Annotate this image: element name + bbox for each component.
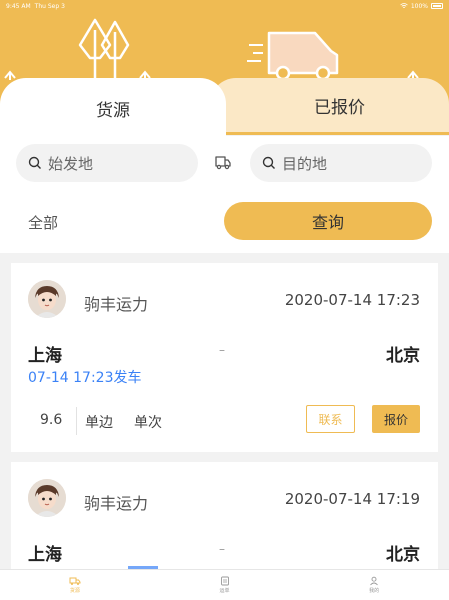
company-name: 驹丰运力 — [84, 295, 149, 314]
waybill-icon — [220, 576, 229, 586]
route-origin: 上海 — [28, 346, 62, 366]
tab-me-label: 我的 — [369, 588, 380, 594]
tab-quoted[interactable]: 已报价 — [210, 78, 449, 132]
trip-type: 单边 — [85, 415, 113, 431]
tab-cargo-source[interactable]: 货源 — [0, 78, 226, 138]
query-button[interactable]: 查询 — [224, 202, 432, 240]
tab-bar-top: 已报价 货源 — [0, 78, 449, 138]
tab-quoted-label: 已报价 — [314, 97, 365, 118]
contact-button[interactable]: 联系 — [306, 405, 355, 433]
divider — [76, 407, 77, 435]
avatar — [28, 280, 66, 318]
departure-time: 07-14 17:23发车 — [28, 370, 142, 386]
swap-truck-icon[interactable] — [214, 154, 232, 170]
tab-waybill-label: 运单 — [219, 588, 230, 594]
destination-placeholder: 目的地 — [282, 154, 328, 173]
search-panel: 始发地 目的地 全部 查询 — [0, 136, 449, 253]
user-icon — [370, 576, 379, 586]
tab-cargo-label: 货源 — [69, 588, 80, 594]
origin-placeholder: 始发地 — [48, 154, 94, 173]
route-destination: 北京 — [386, 346, 420, 366]
tab-me[interactable]: 我的 — [299, 570, 449, 600]
vehicle-length: 9.6 — [40, 412, 63, 428]
listing-card[interactable]: 驹丰运力 2020-07-14 17:19 上海 – 北京 — [11, 462, 438, 582]
bottom-tab-bar: 货源 运单 我的 — [0, 569, 449, 600]
tab-waybill[interactable]: 运单 — [150, 570, 300, 600]
tab-cargo-source-label: 货源 — [96, 100, 130, 121]
search-icon — [262, 156, 275, 169]
posted-time: 2020-07-14 17:19 — [284, 490, 420, 508]
frequency: 单次 — [134, 415, 162, 431]
quote-button[interactable]: 报价 — [372, 405, 420, 433]
tab-cargo[interactable]: 货源 — [0, 570, 150, 600]
status-bar: 9:45 AM Thu Sep 3 100% — [0, 0, 449, 12]
query-button-label: 查询 — [311, 213, 344, 232]
status-time: 9:45 AM — [6, 2, 31, 10]
listing-card[interactable]: 驹丰运力 2020-07-14 17:23 上海 – 北京 07-14 17:2… — [11, 263, 438, 452]
route-separator: – — [219, 343, 225, 357]
search-icon — [28, 156, 41, 169]
quote-button-label: 报价 — [383, 412, 408, 427]
filter-all[interactable]: 全部 — [28, 212, 58, 233]
avatar — [28, 479, 66, 517]
origin-input[interactable]: 始发地 — [16, 144, 198, 182]
truck-icon — [69, 577, 81, 585]
van-illustration-icon — [247, 31, 339, 81]
wifi-icon — [400, 3, 408, 8]
route-origin: 上海 — [28, 545, 62, 565]
destination-input[interactable]: 目的地 — [250, 144, 432, 182]
posted-time: 2020-07-14 17:23 — [284, 291, 420, 309]
battery-percent: 100% — [410, 2, 428, 10]
contact-button-label: 联系 — [318, 412, 343, 427]
company-name: 驹丰运力 — [84, 494, 149, 513]
route-destination: 北京 — [386, 545, 420, 565]
route-separator: – — [219, 542, 225, 556]
battery-icon — [431, 3, 443, 9]
status-date: Thu Sep 3 — [34, 2, 65, 10]
